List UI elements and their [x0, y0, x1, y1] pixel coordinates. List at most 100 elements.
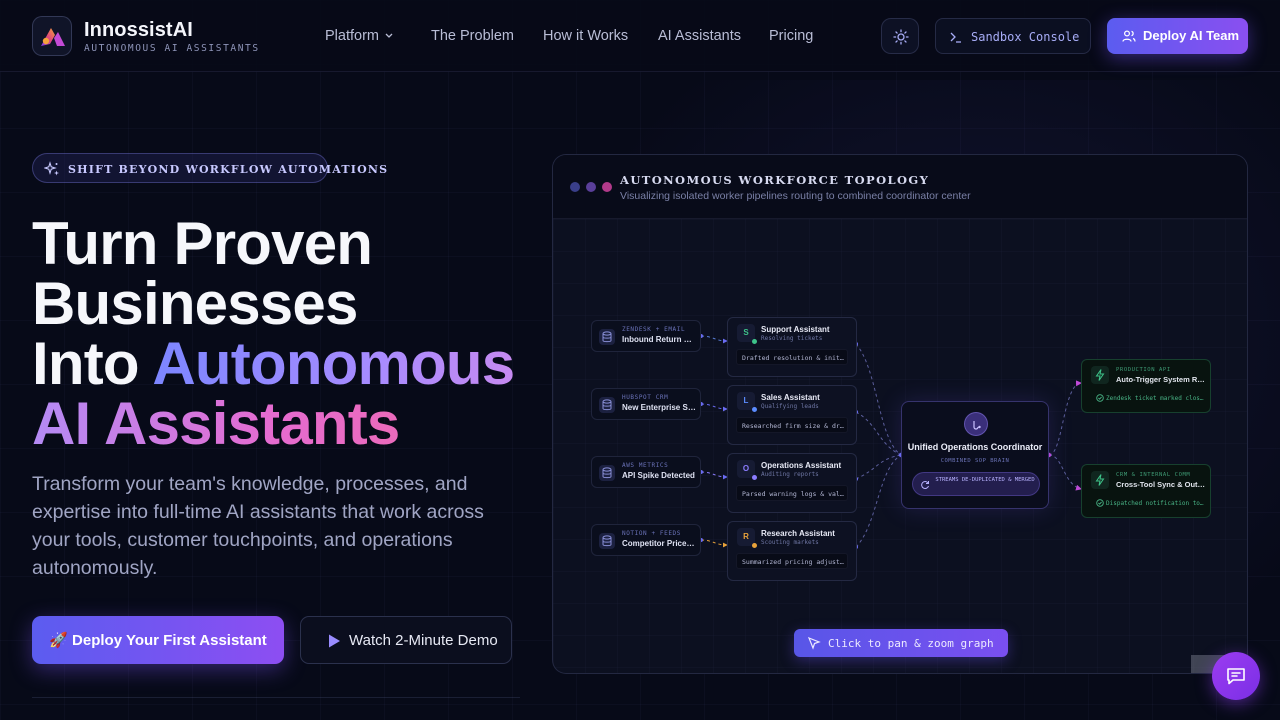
hero-title-line-4: AI Assistants [32, 394, 514, 454]
hero-title-line-3-plain: Into [32, 330, 153, 397]
workforce-topology-panel: AUTONOMOUS WORKFORCE TOPOLOGY Visualizin… [552, 154, 1248, 674]
database-icon [599, 533, 615, 549]
source-title: Competitor Price Change [622, 539, 696, 548]
hero-title-line-3: Into Autonomous [32, 334, 515, 394]
theme-toggle-button[interactable] [881, 18, 919, 54]
chat-bubble-icon [1227, 668, 1245, 685]
source-node-zendesk[interactable]: ZENDESK + EMAIL Inbound Return Request [591, 320, 701, 352]
coordinator-stream-badge: STREAMS DE-DUPLICATED & MERGED [912, 472, 1040, 496]
check-circle-icon [1096, 499, 1104, 507]
agent-node-support[interactable]: S Support Assistant Resolving tickets Dr… [727, 317, 857, 377]
database-icon [599, 465, 615, 481]
deploy-first-assistant-button[interactable]: 🚀 Deploy Your First Assistant [32, 616, 284, 664]
bolt-icon [1091, 471, 1109, 489]
hero-divider [32, 697, 520, 698]
hero-subtitle: Transform your team's knowledge, process… [32, 473, 484, 579]
nav-platform[interactable]: Platform [325, 28, 393, 44]
agent-log: Researched firm size & drafted outreach [736, 417, 848, 433]
topology-graph-canvas[interactable]: ZENDESK + EMAIL Inbound Return Request H… [553, 219, 1247, 673]
output-status-text: Zendesk ticket marked closed [1106, 395, 1204, 402]
hero-title: Turn Proven Businesses Into Autonomous A… [32, 210, 515, 454]
agent-avatar-letter: O [742, 464, 750, 473]
hero-title-line-1: Turn Proven [32, 210, 373, 277]
deploy-ai-team-button[interactable]: Deploy AI Team [1107, 18, 1248, 54]
agent-log: Parsed warning logs & validated fix [736, 485, 848, 501]
window-dot-3 [602, 182, 612, 192]
nav-ai-assistants[interactable]: AI Assistants [658, 28, 741, 44]
brand-tagline: AUTONOMOUS AI ASSISTANTS [84, 43, 260, 54]
agent-log-text: Researched firm size & drafted outreach [742, 422, 844, 430]
brand-logo-icon [41, 28, 65, 46]
output-node-crm[interactable]: CRM & INTERNAL COMM Cross-Tool Sync & Ou… [1081, 464, 1211, 518]
agent-name: Research Assistant [761, 529, 835, 538]
pan-zoom-button[interactable]: Click to pan & zoom graph [794, 629, 1008, 657]
source-title: New Enterprise Signup [622, 403, 696, 412]
output-node-production-api[interactable]: PRODUCTION API Auto-Trigger System Refun… [1081, 359, 1211, 413]
agent-avatar: L [737, 392, 757, 412]
hero-badge-label: SHIFT BEYOND WORKFLOW AUTOMATIONS [68, 163, 389, 176]
coordinator-stream-label: STREAMS DE-DUPLICATED & MERGED [935, 477, 1035, 483]
coordinator-name: Unified Operations Coordinator [907, 442, 1043, 452]
window-dot-1 [570, 182, 580, 192]
source-title: API Spike Detected [622, 471, 695, 480]
nav-the-problem[interactable]: The Problem [431, 28, 514, 44]
sandbox-console-button[interactable]: Sandbox Console [935, 18, 1091, 54]
agent-log: Drafted resolution & initiated refund [736, 349, 848, 365]
top-navbar: InnossistAI AUTONOMOUS AI ASSISTANTS Pla… [0, 0, 1280, 72]
agent-node-sales[interactable]: L Sales Assistant Qualifying leads Resea… [727, 385, 857, 445]
terminal-icon [950, 32, 961, 43]
window-dot-2 [586, 182, 596, 192]
agent-avatar-letter: R [743, 532, 749, 541]
nav-pricing[interactable]: Pricing [769, 28, 813, 44]
output-status-text: Dispatched notification to Slack [1106, 500, 1204, 507]
panel-title: AUTONOMOUS WORKFORCE TOPOLOGY [620, 173, 930, 187]
source-kind: ZENDESK + EMAIL [622, 326, 686, 333]
output-title: Auto-Trigger System Refund [1116, 375, 1206, 384]
play-icon [329, 634, 340, 648]
agent-name: Support Assistant [761, 325, 830, 334]
sun-icon [893, 29, 909, 45]
agent-avatar: O [737, 460, 757, 480]
agent-name: Sales Assistant [761, 393, 820, 402]
agent-node-operations[interactable]: O Operations Assistant Auditing reports … [727, 453, 857, 513]
hero-badge: SHIFT BEYOND WORKFLOW AUTOMATIONS [32, 153, 387, 183]
deploy-first-assistant-label: 🚀 Deploy Your First Assistant [49, 632, 267, 649]
agent-node-research[interactable]: R Research Assistant Scouting markets Su… [727, 521, 857, 581]
agent-status: Scouting markets [761, 539, 819, 546]
source-kind: AWS METRICS [622, 462, 669, 469]
check-circle-icon [1096, 394, 1104, 402]
database-icon [599, 397, 615, 413]
chevron-down-icon [385, 33, 393, 38]
source-node-hubspot[interactable]: HUBSPOT CRM New Enterprise Signup [591, 388, 701, 420]
coordinator-node[interactable]: Unified Operations Coordinator COMBINED … [901, 401, 1049, 509]
watch-demo-button[interactable]: Watch 2-Minute Demo [300, 616, 512, 664]
brand-name[interactable]: InnossistAI [84, 19, 193, 42]
agent-avatar: R [737, 528, 757, 548]
nav-how-it-works[interactable]: How it Works [543, 28, 628, 44]
source-kind: HUBSPOT CRM [622, 394, 669, 401]
watch-demo-label: Watch 2-Minute Demo [349, 632, 498, 649]
agent-name: Operations Assistant [761, 461, 842, 470]
output-kind: CRM & INTERNAL COMM [1116, 472, 1191, 478]
users-icon [1122, 30, 1136, 42]
deploy-ai-team-label: Deploy AI Team [1143, 28, 1240, 43]
pan-zoom-label: Click to pan & zoom graph [828, 637, 994, 650]
bolt-icon [1091, 366, 1109, 384]
agent-avatar: S [737, 324, 757, 344]
chat-launcher-button[interactable] [1212, 652, 1260, 700]
sparkles-icon [44, 161, 59, 176]
brand-logo[interactable] [32, 16, 72, 56]
agent-log: Summarized pricing adjustments [736, 553, 848, 569]
agent-status: Auditing reports [761, 471, 819, 478]
agent-log-text: Drafted resolution & initiated refund [742, 354, 844, 362]
agent-log-text: Summarized pricing adjustments [742, 558, 844, 566]
cursor-pointer-icon [807, 636, 821, 650]
sandbox-console-label: Sandbox Console [971, 30, 1080, 44]
source-node-notion[interactable]: NOTION + FEEDS Competitor Price Change [591, 524, 701, 556]
database-icon [599, 329, 615, 345]
source-node-aws[interactable]: AWS METRICS API Spike Detected [591, 456, 701, 488]
hero-title-line-2: Businesses [32, 270, 358, 337]
refresh-icon [921, 481, 929, 490]
coordinator-logo-icon [964, 412, 988, 436]
panel-header: AUTONOMOUS WORKFORCE TOPOLOGY Visualizin… [553, 155, 1247, 219]
